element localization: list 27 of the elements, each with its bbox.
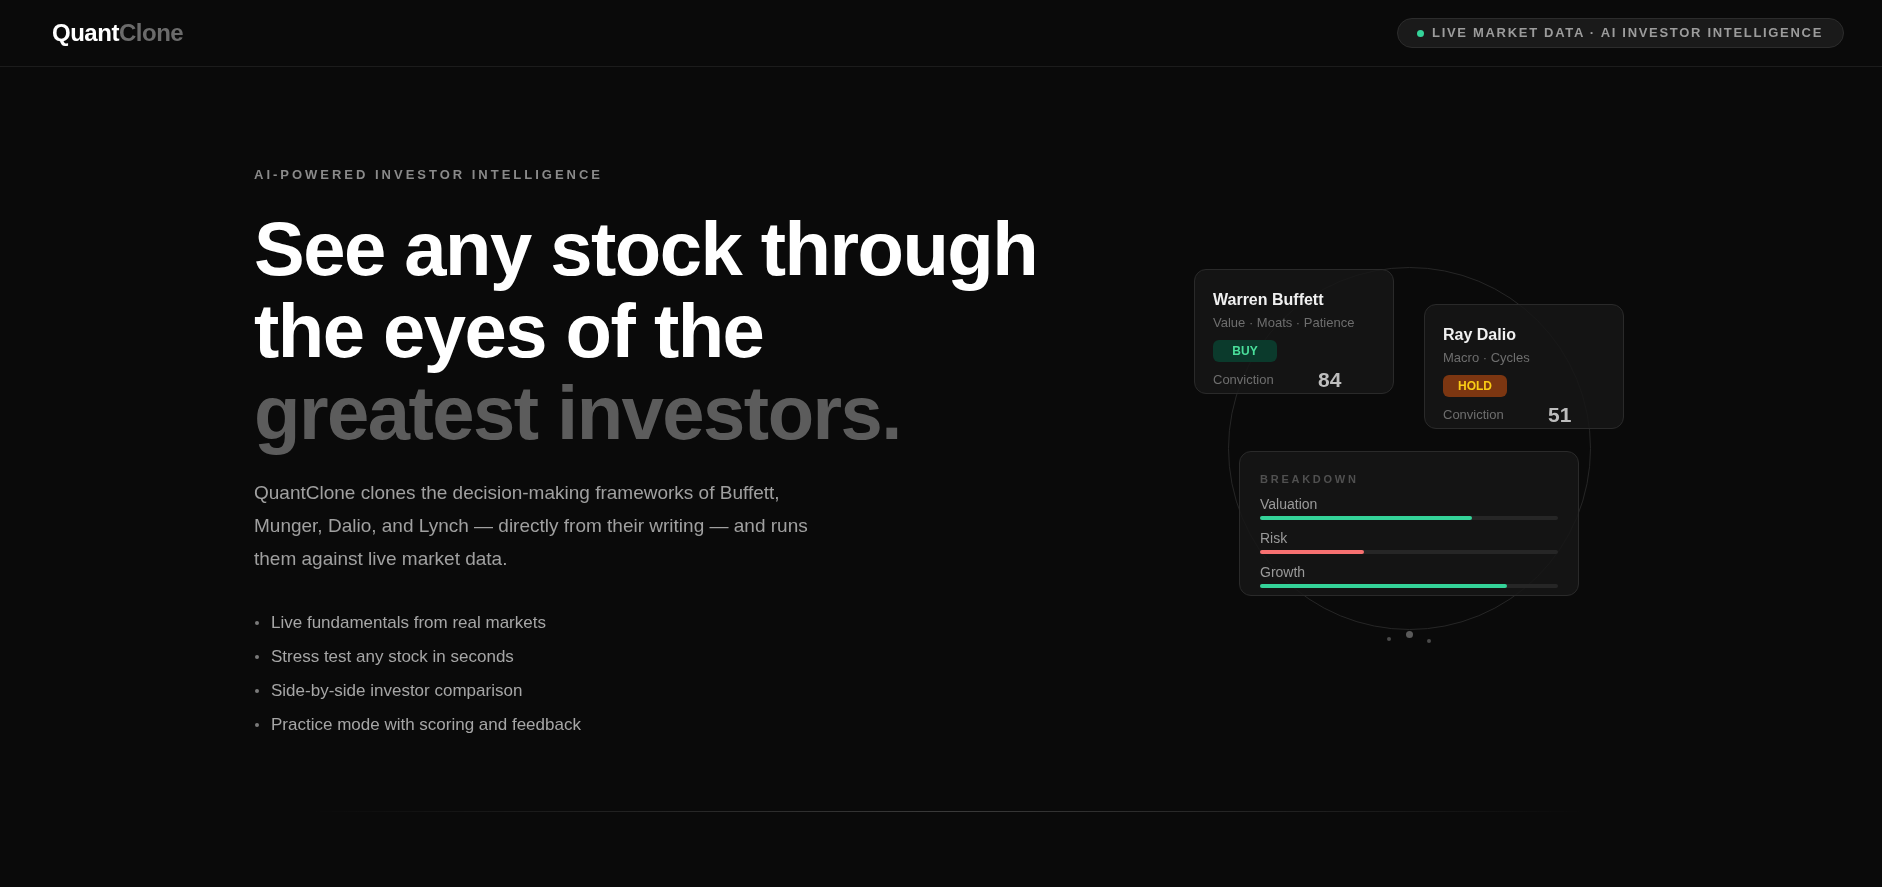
- conviction-score: 84: [1318, 368, 1342, 392]
- feature-text: Live fundamentals from real markets: [271, 613, 546, 633]
- metric-label: Growth: [1260, 563, 1307, 581]
- signal-badge: HOLD: [1443, 375, 1507, 397]
- bullet-icon: [255, 621, 259, 625]
- feature-text: Side-by-side investor comparison: [271, 681, 523, 701]
- signal-badge: BUY: [1213, 340, 1277, 362]
- feature-text: Practice mode with scoring and feedback: [271, 715, 581, 735]
- status-badge-text: LIVE MARKET DATA · AI INVESTOR INTELLIGENCE: [1432, 25, 1823, 41]
- conviction-label: Conviction: [1443, 406, 1505, 424]
- metric-label: Valuation: [1260, 495, 1319, 513]
- bullet-icon: [255, 689, 259, 693]
- metric-label: Risk: [1260, 529, 1289, 547]
- hero-headline: See any stock through the eyes of the greatest investors.: [254, 208, 1039, 454]
- bullet-icon: [255, 723, 259, 727]
- investor-name: Ray Dalio: [1443, 325, 1517, 345]
- investor-traits: Macro · Cycles: [1443, 349, 1531, 367]
- investor-name: Warren Buffett: [1213, 290, 1325, 310]
- logo[interactable]: QuantClone: [52, 19, 184, 47]
- investor-traits: Value · Moats · Patience: [1213, 314, 1356, 332]
- bullet-icon: [255, 655, 259, 659]
- conviction-score: 51: [1548, 403, 1572, 427]
- eyebrow-text: AI-POWERED INVESTOR INTELLIGENCE: [254, 167, 604, 183]
- feature-text: Stress test any stock in seconds: [271, 647, 514, 667]
- hero-description: QuantClone clones the decision-making frameworks of Buffett, Munger, Dalio, and Lynch — directly from their writing — and runs them against live market data.: [254, 481, 809, 571]
- conviction-label: Conviction: [1213, 371, 1275, 389]
- breakdown-title: BREAKDOWN: [1260, 472, 1360, 486]
